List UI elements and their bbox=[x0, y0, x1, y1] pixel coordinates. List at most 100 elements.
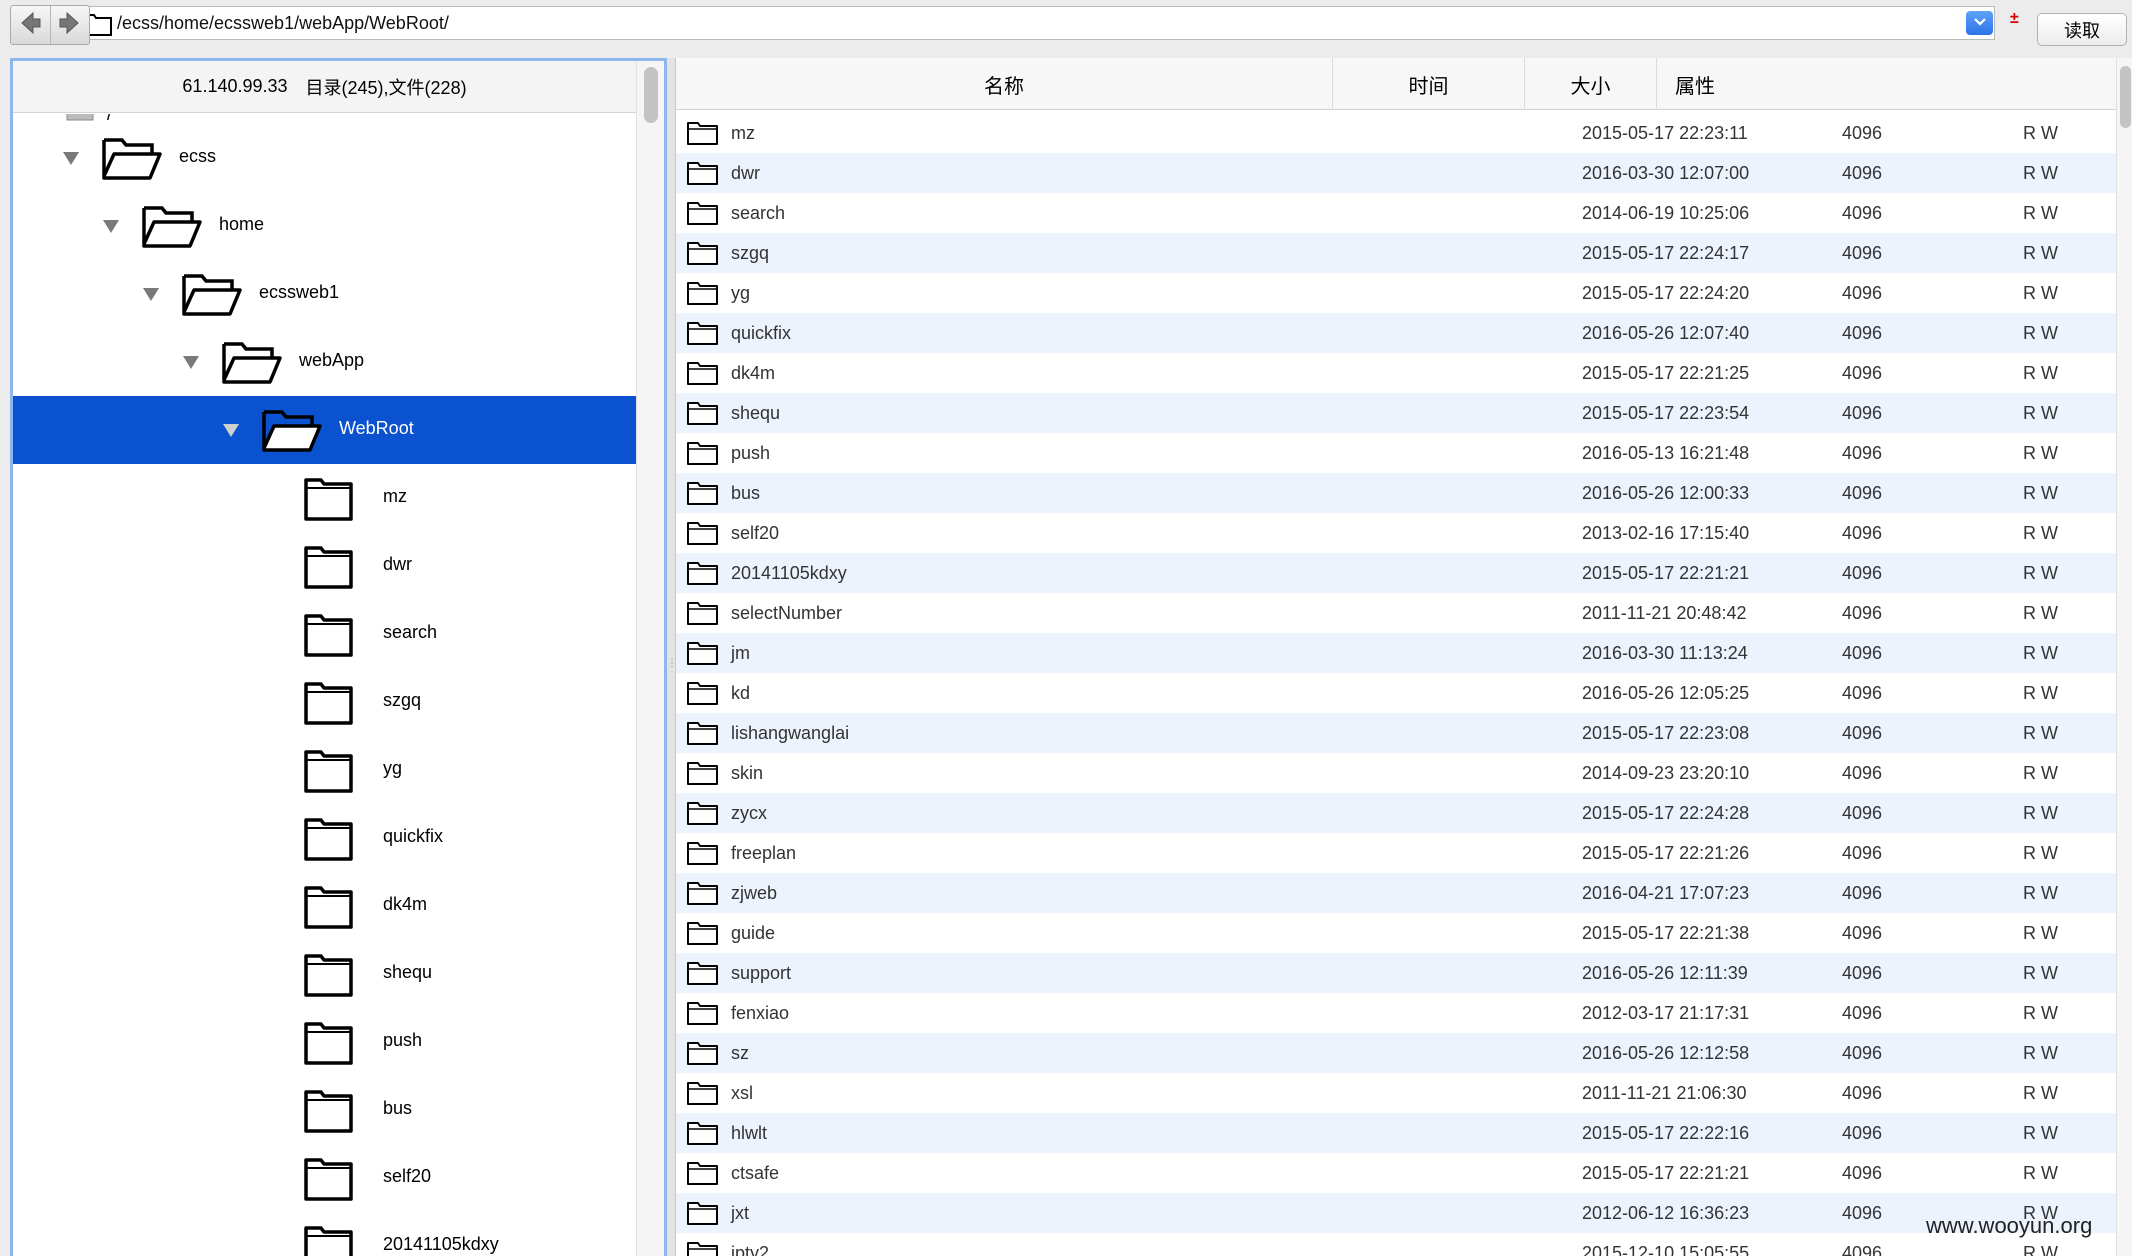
file-time: 2016-05-26 12:12:58 bbox=[1582, 1043, 1750, 1063]
tree-node-dk4m[interactable]: dk4m bbox=[13, 872, 636, 940]
tree-node-mz[interactable]: mz bbox=[13, 464, 636, 532]
column-header-size[interactable]: 大小 bbox=[1525, 58, 1657, 110]
file-attr: R W bbox=[2023, 163, 2058, 183]
expand-triangle-icon[interactable] bbox=[63, 152, 79, 165]
file-size: 4096 bbox=[1842, 283, 1883, 303]
tree-scrollbar-thumb[interactable] bbox=[644, 67, 658, 123]
expand-triangle-icon[interactable] bbox=[103, 220, 119, 233]
file-row[interactable]: zjweb 2016-04-21 17:07:23 4096 R W bbox=[676, 873, 2116, 913]
file-time: 2014-09-23 23:20:10 bbox=[1582, 763, 1750, 783]
tree-node-szgq[interactable]: szgq bbox=[13, 668, 636, 736]
column-header-name[interactable]: 名称 bbox=[676, 58, 1333, 110]
file-row[interactable]: ctsafe 2015-05-17 22:21:21 4096 R W bbox=[676, 1153, 2116, 1193]
tree-node-bus[interactable]: bus bbox=[13, 1076, 636, 1144]
expand-triangle-icon[interactable] bbox=[183, 356, 199, 369]
file-size: 4096 bbox=[1842, 1243, 1883, 1256]
column-header-time[interactable]: 时间 bbox=[1333, 58, 1525, 110]
tree-node-search[interactable]: search bbox=[13, 600, 636, 668]
file-row[interactable]: dk4m 2015-05-17 22:21:25 4096 R W bbox=[676, 353, 2116, 393]
file-row[interactable]: fenxiao 2012-03-17 21:17:31 4096 R W bbox=[676, 993, 2116, 1033]
file-row[interactable]: hlwlt 2015-05-17 22:22:16 4096 R W bbox=[676, 1113, 2116, 1153]
tree-node-quickfix[interactable]: quickfix bbox=[13, 804, 636, 872]
file-row[interactable]: guide 2015-05-17 22:21:38 4096 R W bbox=[676, 913, 2116, 953]
file-name: szgq bbox=[731, 243, 770, 263]
tree-node-webapp[interactable]: webApp bbox=[13, 328, 636, 396]
file-attr: R W bbox=[2023, 563, 2058, 583]
folder-icon bbox=[686, 400, 720, 431]
file-row[interactable]: dwr 2016-03-30 12:07:00 4096 R W bbox=[676, 153, 2116, 193]
file-row[interactable]: jxt 2012-06-12 16:36:23 4096 R W bbox=[676, 1193, 2116, 1233]
tree-node-label: szgq bbox=[383, 690, 422, 710]
file-row[interactable]: support 2016-05-26 12:11:39 4096 R W bbox=[676, 953, 2116, 993]
file-row[interactable]: quickfix 2016-05-26 12:07:40 4096 R W bbox=[676, 313, 2116, 353]
list-scrollbar-thumb[interactable] bbox=[2120, 66, 2131, 128]
file-row[interactable]: bus 2016-05-26 12:00:33 4096 R W bbox=[676, 473, 2116, 513]
path-text[interactable]: /ecss/home/ecssweb1/webApp/WebRoot/ bbox=[117, 13, 449, 34]
file-list-body: mz 2015-05-17 22:23:11 4096 R W dwr 2016-03-3… bbox=[676, 111, 2116, 1256]
expand-triangle-icon[interactable] bbox=[223, 424, 239, 437]
tree-node-shequ[interactable]: shequ bbox=[13, 940, 636, 1008]
file-row[interactable]: szgq 2015-05-17 22:24:17 4096 R W bbox=[676, 233, 2116, 273]
watermark: www.wooyun.org bbox=[1926, 1213, 2093, 1238]
file-row[interactable]: push 2016-05-13 16:21:48 4096 R W bbox=[676, 433, 2116, 473]
file-row[interactable]: shequ 2015-05-17 22:23:54 4096 R W bbox=[676, 393, 2116, 433]
chevron-down-icon bbox=[1973, 14, 1987, 32]
file-size: 4096 bbox=[1842, 1043, 1883, 1063]
file-row[interactable]: self20 2013-02-16 17:15:40 4096 R W bbox=[676, 513, 2116, 553]
folder-icon bbox=[686, 760, 720, 791]
file-row[interactable]: jm 2016-03-30 11:13:24 4096 R W bbox=[676, 633, 2116, 673]
file-attr: R W bbox=[2023, 923, 2058, 943]
read-button[interactable]: 读取 bbox=[2037, 13, 2127, 46]
folder-icon bbox=[686, 480, 720, 511]
file-attr: R W bbox=[2023, 843, 2058, 863]
folder-icon bbox=[686, 360, 720, 391]
file-row[interactable]: kd 2016-05-26 12:05:25 4096 R W bbox=[676, 673, 2116, 713]
file-row[interactable]: search 2014-06-19 10:25:06 4096 R W bbox=[676, 193, 2116, 233]
file-list-panel: 名称 时间 大小 属性 mz 2015-05-17 22:23:11 4096 R W… bbox=[675, 58, 2132, 1256]
file-row[interactable]: zycx 2015-05-17 22:24:28 4096 R W bbox=[676, 793, 2116, 833]
expand-triangle-icon[interactable] bbox=[143, 288, 159, 301]
file-row[interactable]: 20141105kdxy 2015-05-17 22:21:21 4096 R W bbox=[676, 553, 2116, 593]
tree-node-webroot[interactable]: WebRoot bbox=[13, 396, 636, 464]
back-button[interactable] bbox=[11, 6, 50, 44]
panel-splitter[interactable]: ⋮ bbox=[667, 58, 677, 1256]
file-row[interactable]: mz 2015-05-17 22:23:11 4096 R W bbox=[676, 113, 2116, 153]
tree-node-20141105kdxy[interactable]: 20141105kdxy bbox=[13, 1212, 636, 1256]
tree-node-ecss[interactable]: ecss bbox=[13, 124, 636, 192]
file-name: search bbox=[731, 203, 786, 223]
file-row[interactable]: freeplan 2015-05-17 22:21:26 4096 R W bbox=[676, 833, 2116, 873]
column-header-attr[interactable]: 属性 bbox=[1657, 58, 1733, 110]
tree-node-home[interactable]: home bbox=[13, 192, 636, 260]
file-name: ctsafe bbox=[731, 1163, 780, 1183]
tree-node-yg[interactable]: yg bbox=[13, 736, 636, 804]
file-attr: R W bbox=[2023, 483, 2058, 503]
file-row[interactable]: skin 2014-09-23 23:20:10 4096 R W bbox=[676, 753, 2116, 793]
file-time: 2016-05-26 12:05:25 bbox=[1582, 683, 1750, 703]
path-dropdown-button[interactable] bbox=[1966, 11, 1993, 35]
file-row[interactable]: sz 2016-05-26 12:12:58 4096 R W bbox=[676, 1033, 2116, 1073]
folder-open-icon bbox=[140, 200, 202, 257]
file-attr: R W bbox=[2023, 763, 2058, 783]
file-name: sz bbox=[731, 1043, 749, 1063]
file-name: yg bbox=[731, 283, 751, 303]
tree-scrollbar[interactable] bbox=[636, 61, 664, 1256]
path-input[interactable]: /ecss/home/ecssweb1/webApp/WebRoot/ bbox=[80, 6, 1995, 40]
folder-icon bbox=[686, 640, 720, 671]
encoding-icon[interactable]: ± bbox=[2010, 10, 2019, 28]
tree-node-ecssweb1[interactable]: ecssweb1 bbox=[13, 260, 636, 328]
forward-button[interactable] bbox=[49, 6, 90, 44]
file-row[interactable]: yg 2015-05-17 22:24:20 4096 R W bbox=[676, 273, 2116, 313]
file-row[interactable]: xsl 2011-11-21 21:06:30 4096 R W bbox=[676, 1073, 2116, 1113]
list-scrollbar[interactable] bbox=[2116, 58, 2132, 1256]
tree-node-label: home bbox=[219, 214, 265, 234]
tree-node-push[interactable]: push bbox=[13, 1008, 636, 1076]
file-row[interactable]: selectNumber 2011-11-21 20:48:42 4096 R W bbox=[676, 593, 2116, 633]
file-row[interactable]: lishangwanglai 2015-05-17 22:23:08 4096 R W bbox=[676, 713, 2116, 753]
tree-counts: 目录(245),文件(228) bbox=[305, 77, 467, 98]
file-name: zycx bbox=[731, 803, 767, 823]
file-name: xsl bbox=[731, 1083, 753, 1103]
tree-node-dwr[interactable]: dwr bbox=[13, 532, 636, 600]
file-size: 4096 bbox=[1842, 123, 1883, 143]
tree-node-self20[interactable]: self20 bbox=[13, 1144, 636, 1212]
file-row[interactable]: jpty2 2015-12-10 15:05:55 4096 R W bbox=[676, 1233, 2116, 1256]
